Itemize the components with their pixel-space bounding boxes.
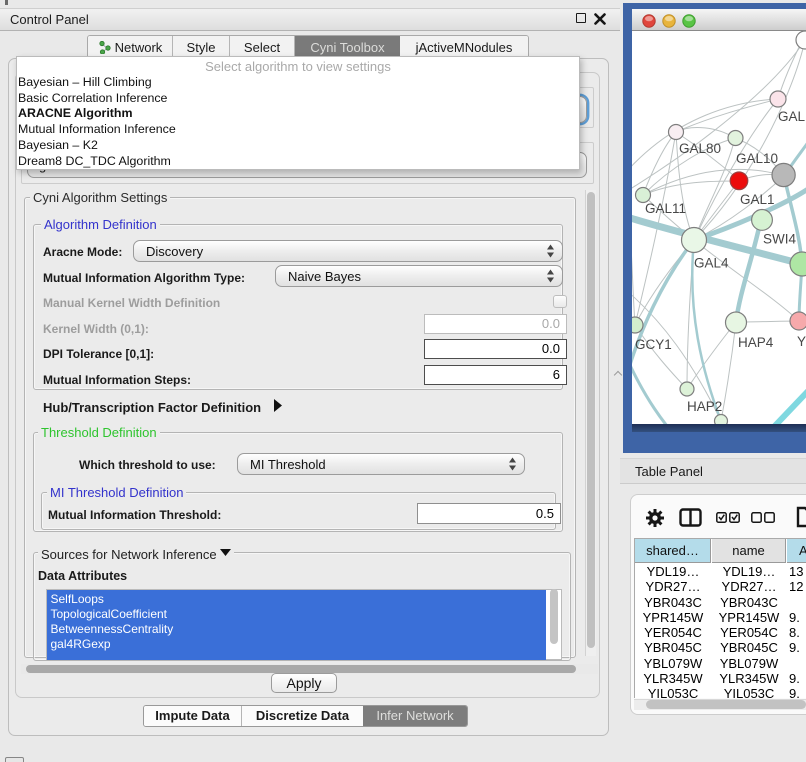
svg-text:HAP2: HAP2	[687, 399, 722, 414]
svg-text:GAL10: GAL10	[736, 151, 778, 166]
svg-text:HAP4: HAP4	[738, 335, 774, 350]
svg-text:GAL: GAL	[778, 109, 806, 124]
svg-text:GAL1: GAL1	[740, 192, 775, 207]
svg-text:Y: Y	[797, 334, 806, 349]
svg-text:SWI4: SWI4	[763, 232, 796, 247]
svg-text:GAL4: GAL4	[694, 256, 729, 271]
svg-text:GAL11: GAL11	[645, 201, 686, 216]
svg-text:GAL80: GAL80	[679, 141, 721, 156]
svg-text:GCY1: GCY1	[635, 337, 672, 352]
